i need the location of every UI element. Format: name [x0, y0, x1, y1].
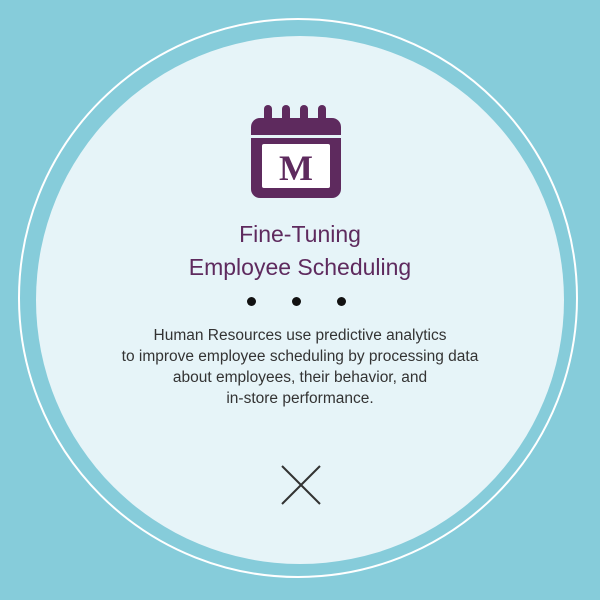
calendar-letter: M	[279, 148, 313, 188]
title-line-1: Fine-Tuning	[239, 221, 361, 247]
description-line-2: to improve employee scheduling by proces…	[121, 348, 479, 365]
title-line-2: Employee Scheduling	[188, 254, 412, 280]
dot	[337, 297, 346, 306]
description-line-3: about employees, their behavior, and	[172, 369, 428, 386]
info-card: M Fine-Tuning Employee Scheduling Human …	[0, 0, 600, 600]
description-line-4: in-store performance.	[226, 390, 374, 407]
dot	[247, 297, 256, 306]
dots-divider	[247, 297, 351, 309]
close-icon[interactable]	[280, 464, 322, 506]
calendar-icon: M	[251, 105, 341, 198]
description-line-1: Human Resources use predictive analytics	[153, 327, 447, 344]
dot	[292, 297, 301, 306]
